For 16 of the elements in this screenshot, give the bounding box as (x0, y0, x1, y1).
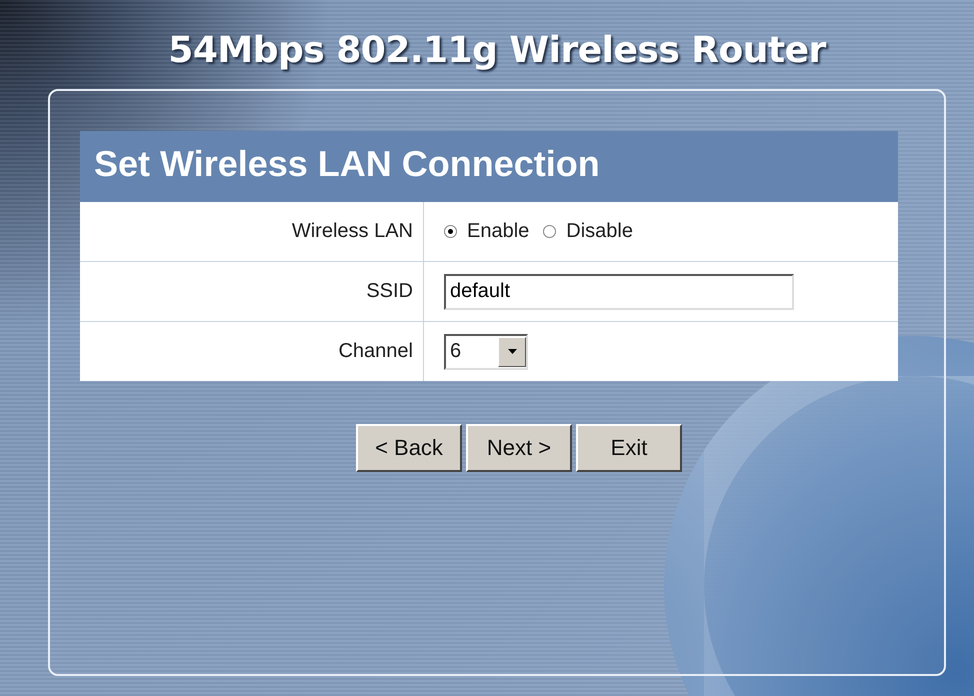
page-title: 54Mbps 802.11g Wireless Router (168, 30, 826, 71)
radio-option[interactable]: Enable (444, 220, 530, 243)
channel-dropdown[interactable]: 6 (444, 334, 528, 370)
section-heading: Set Wireless LAN Connection (80, 131, 898, 202)
field-label: SSID (366, 280, 413, 303)
wizard-button[interactable]: Exit (576, 424, 682, 472)
radio-button[interactable] (444, 225, 457, 238)
dropdown-button[interactable] (498, 336, 526, 366)
field-label: Channel (338, 340, 413, 363)
caret-icon (508, 349, 516, 354)
ssid-input[interactable]: default (444, 274, 794, 310)
field-label: Wireless LAN (292, 220, 413, 243)
radio-button[interactable] (543, 225, 556, 238)
wizard-button[interactable]: Next > (466, 424, 572, 472)
wizard-button[interactable]: < Back (356, 424, 462, 472)
radio-option[interactable]: Disable (543, 220, 633, 243)
